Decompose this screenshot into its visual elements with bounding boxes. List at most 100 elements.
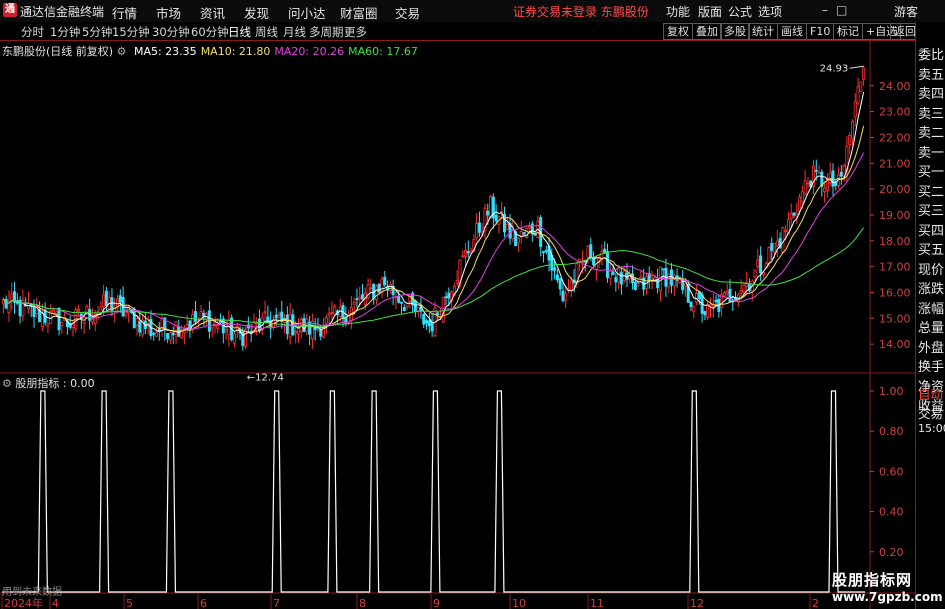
candle-body bbox=[377, 283, 381, 293]
candle-body bbox=[789, 213, 793, 219]
toolbar-button-5[interactable]: F10 bbox=[806, 23, 835, 40]
candle-body bbox=[569, 280, 573, 291]
candle-body bbox=[773, 242, 777, 253]
side-label-19: 自动 bbox=[918, 387, 944, 402]
side-label-20: 交易 bbox=[918, 406, 944, 421]
minimize-icon[interactable]: – bbox=[822, 3, 836, 17]
price-tick-label: 18.00 bbox=[879, 235, 911, 248]
candle-body bbox=[430, 322, 434, 332]
window-controls[interactable]: –□ bbox=[822, 3, 855, 17]
candle-body bbox=[466, 251, 470, 254]
watermark-title: 股朋指标网 bbox=[832, 571, 913, 589]
candle-body bbox=[814, 169, 818, 172]
period-tab-5[interactable]: 60分钟 bbox=[191, 24, 229, 40]
candle-body bbox=[21, 299, 25, 317]
side-label-0: 委比 bbox=[918, 48, 945, 63]
candle-body bbox=[399, 301, 403, 304]
candle-body bbox=[742, 284, 746, 293]
toolbar-button-4[interactable]: 画线 bbox=[777, 23, 807, 40]
candle-body bbox=[160, 318, 164, 329]
toolbar-button-6[interactable]: 标记 bbox=[833, 23, 863, 40]
period-tab-2[interactable]: 5分钟 bbox=[82, 24, 112, 40]
toolbar-button-3[interactable]: 统计 bbox=[748, 23, 778, 40]
candle-body bbox=[477, 222, 481, 233]
month-label: 10 bbox=[512, 597, 526, 609]
candle-body bbox=[447, 292, 451, 299]
period-tab-7[interactable]: 周线 bbox=[255, 24, 278, 40]
menu-0[interactable]: 行情 bbox=[112, 3, 137, 22]
candle-body bbox=[210, 320, 214, 329]
candle-body bbox=[672, 274, 676, 287]
candle-body bbox=[383, 276, 387, 286]
candle-body bbox=[324, 316, 328, 324]
candle-body bbox=[828, 172, 832, 184]
candle-body bbox=[605, 251, 609, 278]
right-menu-1[interactable]: 版面 bbox=[698, 3, 722, 20]
candle-body bbox=[102, 294, 106, 307]
side-label-8: 买三 bbox=[918, 204, 945, 219]
period-tab-0[interactable]: 分时 bbox=[21, 24, 44, 40]
settings-icon[interactable]: ⚙ bbox=[117, 45, 127, 58]
period-tab-9[interactable]: 多周期 bbox=[309, 24, 344, 40]
side-label-6: 买一 bbox=[918, 165, 945, 180]
candle-body bbox=[803, 180, 807, 195]
candle-body bbox=[441, 297, 445, 323]
candle-body bbox=[152, 332, 156, 335]
candle-body bbox=[798, 196, 802, 212]
candle-body bbox=[258, 318, 262, 332]
side-label-14: 总量 bbox=[918, 321, 945, 336]
candle-body bbox=[759, 255, 763, 274]
candle-body bbox=[541, 251, 545, 253]
candle-body bbox=[352, 301, 356, 305]
month-label: 9 bbox=[433, 597, 440, 609]
candle-body bbox=[333, 306, 337, 315]
toolbar-button-0[interactable]: 复权 bbox=[663, 23, 693, 40]
side-label-11: 现价 bbox=[918, 262, 945, 278]
candle-body bbox=[800, 191, 804, 203]
kline-chart[interactable]: 24.0023.0022.0021.0020.0019.0018.0017.00… bbox=[0, 41, 915, 609]
candle-body bbox=[608, 270, 612, 279]
candle-body bbox=[202, 312, 206, 317]
candle-body bbox=[544, 250, 548, 252]
menu-1[interactable]: 市场 bbox=[156, 3, 181, 22]
indicator-tick-label: 0.20 bbox=[879, 546, 904, 559]
period-tab-4[interactable]: 30分钟 bbox=[152, 24, 190, 40]
candle-body bbox=[558, 278, 562, 290]
right-menu-2[interactable]: 公式 bbox=[728, 3, 752, 20]
period-tab-1[interactable]: 1分钟 bbox=[50, 24, 80, 40]
candle-body bbox=[405, 302, 409, 308]
login-notice[interactable]: 证券交易未登录 东鹏股份 bbox=[513, 3, 649, 20]
toolbar-button-2[interactable]: 多股 bbox=[720, 23, 750, 40]
period-tab-10[interactable]: 更多 bbox=[344, 24, 367, 40]
price-tick-label: 23.00 bbox=[879, 106, 911, 119]
candle-body bbox=[589, 244, 593, 258]
stock-title: 东鹏股份(日线 前复权) bbox=[2, 45, 114, 58]
indicator-label[interactable]: ⚙ 股朋指标 : 0.00 bbox=[2, 375, 95, 391]
candle-body bbox=[689, 301, 693, 308]
maximize-icon[interactable]: □ bbox=[836, 3, 855, 17]
candle-body bbox=[327, 312, 331, 316]
candle-body bbox=[775, 240, 779, 247]
right-menu-3[interactable]: 选项 bbox=[758, 3, 782, 20]
toolbar-button-1[interactable]: 叠加 bbox=[692, 23, 722, 40]
app-title: 通达信金融终端 bbox=[20, 5, 105, 19]
menu-6[interactable]: 交易 bbox=[395, 3, 420, 22]
period-tab-3[interactable]: 15分钟 bbox=[112, 24, 150, 40]
candle-body bbox=[355, 298, 359, 301]
guest-account[interactable]: 游客 bbox=[894, 3, 918, 20]
right-menu-0[interactable]: 功能 bbox=[666, 3, 690, 20]
period-tab-8[interactable]: 月线 bbox=[283, 24, 306, 40]
menu-5[interactable]: 财富圈 bbox=[340, 3, 378, 22]
settings-icon[interactable]: ⚙ bbox=[2, 377, 12, 390]
menu-2[interactable]: 资讯 bbox=[200, 3, 225, 22]
candle-body bbox=[767, 247, 771, 264]
period-tab-6[interactable]: 日线 bbox=[228, 24, 251, 40]
price-tick-label: 19.00 bbox=[879, 209, 911, 222]
menu-3[interactable]: 发现 bbox=[244, 3, 269, 22]
candle-body bbox=[683, 283, 687, 287]
indicator-tick-label: 1.00 bbox=[879, 385, 904, 398]
menu-4[interactable]: 问小达 bbox=[288, 3, 326, 22]
candle-body bbox=[528, 226, 532, 229]
candle-body bbox=[388, 283, 392, 291]
high-arrow bbox=[849, 65, 864, 69]
